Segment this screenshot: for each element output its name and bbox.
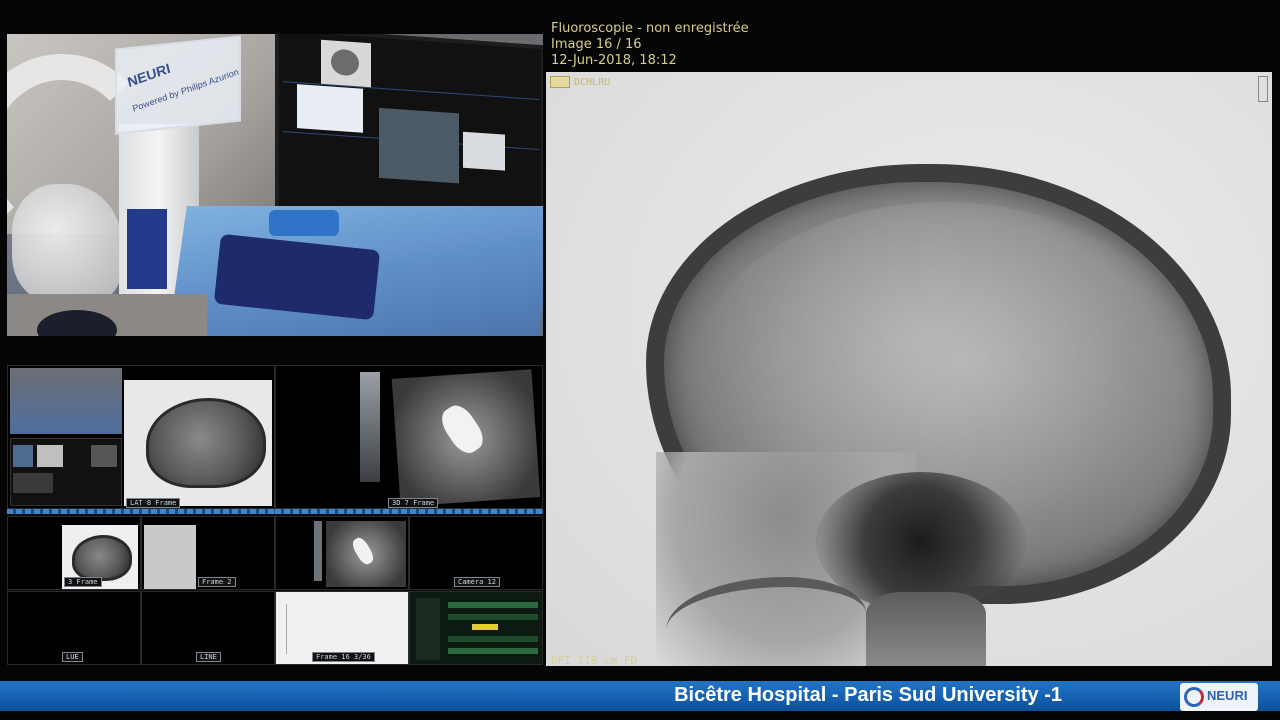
neuri-sign: NEURI Powered by Philips Azurion [115,35,241,135]
tag-text: DCHLRU [574,77,611,88]
grid-label: Camera 12 [454,577,500,587]
cervical-spine [866,592,986,666]
fluoroscopy-header: Fluoroscopie - non enregistrée Image 16 … [551,21,749,69]
grid-cell-empty[interactable]: LUE [7,591,141,665]
fluoroscopy-image-counter: Image 16 / 16 [551,37,642,52]
mini-camera-view [10,368,122,434]
settings-sidebar [416,598,440,660]
fluoroscopy-datetime: 12-Jun-2018, 18:12 [551,53,677,68]
ct-thumb [326,521,406,587]
room-monitor [275,34,543,234]
skull-thumbnail [72,535,132,581]
grid-cell-xray-a[interactable]: 3 Frame [7,516,141,590]
grid-cell-settings[interactable] [409,591,543,665]
settings-row[interactable] [448,648,538,654]
grid-cell-overview[interactable]: LAT 8 Frame [7,365,275,509]
grid-label: 3D 7 Frame [388,498,439,508]
grid-cell-camera[interactable]: Camera 12 [409,516,543,590]
lateral-xray-thumb [124,380,272,506]
operating-room-camera-feed: NEURI Powered by Philips Azurion [7,34,543,336]
fluoroscopy-tag: DCHLRU [550,76,634,92]
multi-view-grid: LAT 8 Frame 3D 7 Frame 3 Frame Frame 2 C… [7,365,543,665]
monitor-ct-view [379,107,459,184]
tag-swatch [550,76,570,88]
ct-slider[interactable] [360,372,380,482]
settings-highlight[interactable] [472,624,498,630]
mini-grid-thumb [91,445,117,467]
grid-cell-document[interactable]: Frame 16 3/36 [275,591,409,665]
sign-title: NEURI [125,60,172,91]
grid-cell-xray-b[interactable]: Frame 2 [141,516,275,590]
timeline-strip[interactable] [275,509,543,514]
ct-slider[interactable] [314,521,322,581]
grid-label: 3 Frame [64,577,102,587]
scroll-indicator[interactable] [1258,76,1268,102]
fluoroscopy-footer: DFI 119 cm FD [551,654,638,667]
blue-towel [269,210,339,236]
logo-text: NEURI [1207,688,1248,703]
blue-panel [127,209,167,289]
fluoroscopy-status: Fluoroscopie - non enregistrée [551,21,749,36]
contrast-vessel [349,535,377,567]
settings-row[interactable] [448,636,538,642]
monitor-bright-view [297,84,363,133]
grid-cell-empty[interactable]: LINE [141,591,275,665]
mini-grid-thumb [13,445,33,467]
doc-line [286,604,287,654]
grid-label: LUE [62,652,83,662]
grid-cell-ct[interactable]: 3D 7 Frame [275,365,543,509]
hospital-banner: Bicêtre Hospital - Paris Sud University … [0,681,1280,711]
monitor-skull-view [321,39,371,88]
contrast-vessel [435,400,489,459]
neuri-logo: NEURI [1180,683,1258,711]
grid-label: Frame 16 3/36 [312,652,375,662]
banner-title: Bicêtre Hospital - Paris Sud University … [674,684,1062,706]
settings-row[interactable] [448,614,538,620]
skull-thumbnail [146,398,266,488]
monitor-small-view [463,131,505,171]
mini-grid-thumb [37,445,63,467]
xray-thumb-bg [144,525,196,589]
grid-label: LINE [196,652,221,662]
mini-grid-view [10,438,122,506]
fluoroscopy-viewer[interactable]: DCHLRU [546,72,1272,666]
grid-label: LAT 8 Frame [126,498,181,508]
ct-scan-image [391,369,541,507]
settings-row[interactable] [448,602,538,608]
timeline-strip[interactable] [7,509,275,514]
draped-equipment [12,184,122,304]
mini-grid-thumb [13,473,53,493]
logo-circle-icon [1184,687,1204,707]
skull-base-vessels [816,472,1026,612]
grid-cell-ct-b[interactable] [275,516,409,590]
grid-label: Frame 2 [198,577,236,587]
